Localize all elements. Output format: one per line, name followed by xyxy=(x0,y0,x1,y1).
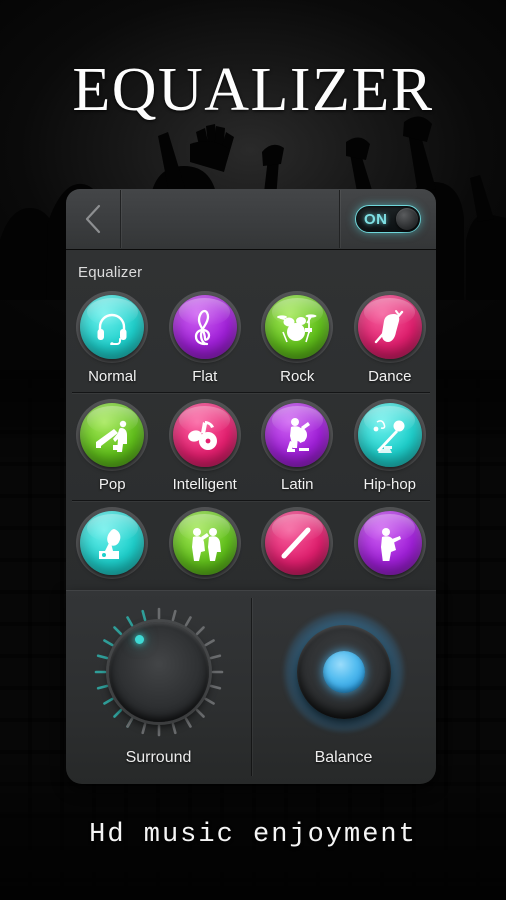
violin-icon xyxy=(374,310,403,344)
preset-hiphop[interactable]: Hip-hop xyxy=(344,399,437,493)
piano-icon xyxy=(96,420,128,452)
page-title: EQUALIZER xyxy=(72,56,434,124)
preset-icon-circle xyxy=(172,295,237,359)
chevron-left-icon xyxy=(85,204,101,234)
surround-knob[interactable] xyxy=(94,607,224,737)
back-button[interactable] xyxy=(66,189,120,249)
preset-label: Intelligent xyxy=(172,476,237,493)
surround-label: Surround xyxy=(125,749,192,766)
preset-row3-item-1[interactable] xyxy=(66,507,159,584)
preset-icon-circle xyxy=(265,511,330,575)
power-toggle-label: ON xyxy=(364,210,388,228)
section-label-equalizer: Equalizer xyxy=(78,264,143,281)
equalizer-panel: ON Equalizer Normal Flat Rock Dance Pop … xyxy=(66,189,436,784)
preset-icon-circle xyxy=(357,295,422,359)
preset-row-2: Pop Intelligent Latin Hip-hop xyxy=(66,399,436,493)
preset-row3-item-4[interactable] xyxy=(344,507,437,584)
footer-tagline: Hd music enjoyment xyxy=(89,820,417,850)
power-toggle[interactable]: ON xyxy=(355,205,421,233)
preset-label: Latin xyxy=(280,476,314,493)
preset-icon-circle xyxy=(265,295,330,359)
drumstick-icon xyxy=(281,527,311,559)
balance-knob[interactable] xyxy=(279,607,409,737)
preset-dance[interactable]: Dance xyxy=(344,291,437,385)
treble-clef-icon xyxy=(194,309,210,346)
dj-figure-icon xyxy=(380,528,401,561)
preset-row-1: Normal Flat Rock Dance xyxy=(66,291,436,385)
preset-label: Dance xyxy=(368,368,412,385)
duo-singers-icon xyxy=(191,528,221,561)
music-notes-icon xyxy=(187,421,217,450)
preset-icon-circle xyxy=(172,403,237,467)
equalizer-app-screen: EQUALIZER ON Equalizer Normal Flat Rock … xyxy=(0,0,506,900)
preset-row-divider xyxy=(72,500,430,501)
balance-center-button[interactable] xyxy=(322,651,365,693)
controls-panel: Surround Balance xyxy=(66,590,436,784)
preset-label: Flat xyxy=(192,368,218,385)
preset-icon-circle xyxy=(80,403,145,467)
gramophone-icon xyxy=(99,529,121,559)
surround-position-indicator xyxy=(134,635,144,644)
surround-control: Surround xyxy=(66,590,251,784)
preset-icon-circle xyxy=(172,511,237,575)
preset-flat[interactable]: Flat xyxy=(159,291,252,385)
power-toggle-knob[interactable] xyxy=(396,208,418,230)
preset-icon-circle xyxy=(80,295,145,359)
preset-rock[interactable]: Rock xyxy=(251,291,344,385)
microphone-icon xyxy=(373,420,405,453)
panel-topbar: ON xyxy=(66,189,436,249)
balance-knob-face xyxy=(296,625,391,719)
preset-icon-circle xyxy=(80,511,145,575)
preset-row-3 xyxy=(66,507,436,584)
preset-pop[interactable]: Pop xyxy=(66,399,159,493)
preset-row3-item-3[interactable] xyxy=(251,507,344,584)
preset-label: Normal xyxy=(88,368,137,385)
preset-row-divider xyxy=(72,392,430,393)
headset-icon xyxy=(97,313,127,345)
drum-kit-icon xyxy=(277,314,317,343)
preset-label: Pop xyxy=(98,476,126,493)
preset-icon-circle xyxy=(357,511,422,575)
preset-intelligent[interactable]: Intelligent xyxy=(159,399,252,493)
preset-label: Hip-hop xyxy=(363,476,417,493)
balance-control: Balance xyxy=(251,590,436,784)
balance-label: Balance xyxy=(314,749,373,766)
preset-latin[interactable]: Latin xyxy=(251,399,344,493)
surround-knob-face xyxy=(108,622,209,722)
guitarist-icon xyxy=(287,418,311,452)
preset-icon-circle xyxy=(265,403,330,467)
preset-row3-item-2[interactable] xyxy=(159,507,252,584)
preset-label: Rock xyxy=(280,368,315,385)
preset-icon-circle xyxy=(357,403,422,467)
preset-list-body: Equalizer Normal Flat Rock Dance Pop Int… xyxy=(66,250,436,590)
preset-normal[interactable]: Normal xyxy=(66,291,159,385)
power-toggle-container: ON xyxy=(340,189,436,249)
